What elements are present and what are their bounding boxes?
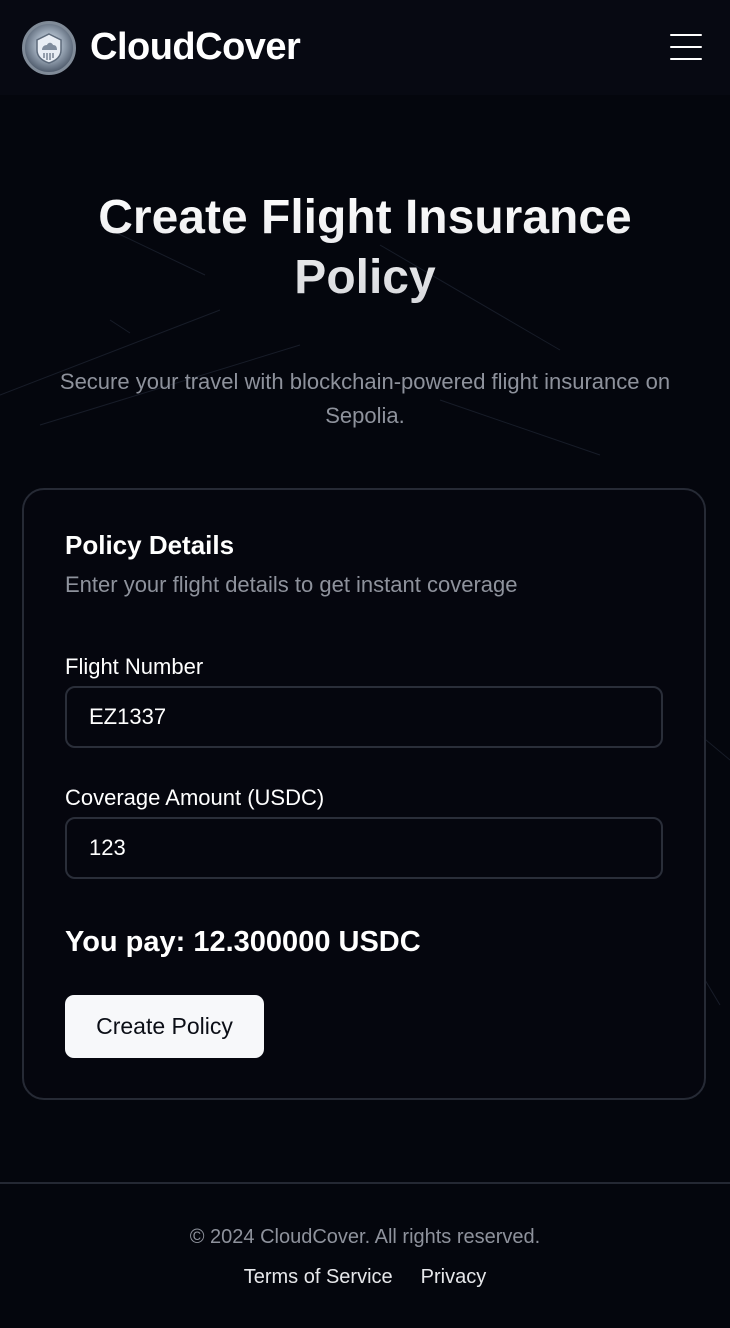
logo-glyph — [36, 32, 62, 64]
page-title: Create Flight Insurance Policy — [40, 188, 690, 308]
coverage-amount-label: Coverage Amount (USDC) — [65, 785, 325, 810]
flight-number-label: Flight Number — [65, 654, 204, 679]
page-subtitle: Secure your travel with blockchain-power… — [59, 369, 671, 428]
copyright-text: © 2024 CloudCover. All rights reserved. — [189, 1226, 541, 1248]
menu-bar — [670, 58, 702, 60]
footer-divider — [0, 1182, 730, 1184]
menu-bar — [670, 46, 702, 48]
premium-amount-text: You pay: 12.300000 USDC — [65, 926, 421, 958]
top-navigation-bar: CloudCover — [0, 0, 730, 95]
cloud-shield-logo-icon[interactable] — [22, 20, 76, 75]
brand-name[interactable]: CloudCover — [90, 26, 301, 69]
coverage-amount-input[interactable] — [65, 817, 663, 879]
card-description: Enter your flight details to get instant… — [65, 572, 518, 597]
terms-of-service-link[interactable]: Terms of Service — [244, 1266, 393, 1289]
flight-number-input[interactable] — [65, 686, 663, 748]
create-policy-button[interactable]: Create Policy — [65, 995, 264, 1058]
footer-links: Terms of Service Privacy — [0, 1266, 730, 1289]
hamburger-menu-icon[interactable] — [670, 34, 702, 60]
menu-bar — [670, 34, 702, 36]
privacy-link[interactable]: Privacy — [421, 1266, 487, 1289]
card-title: Policy Details — [65, 530, 235, 560]
policy-details-card: Policy Details Enter your flight details… — [22, 488, 706, 1100]
